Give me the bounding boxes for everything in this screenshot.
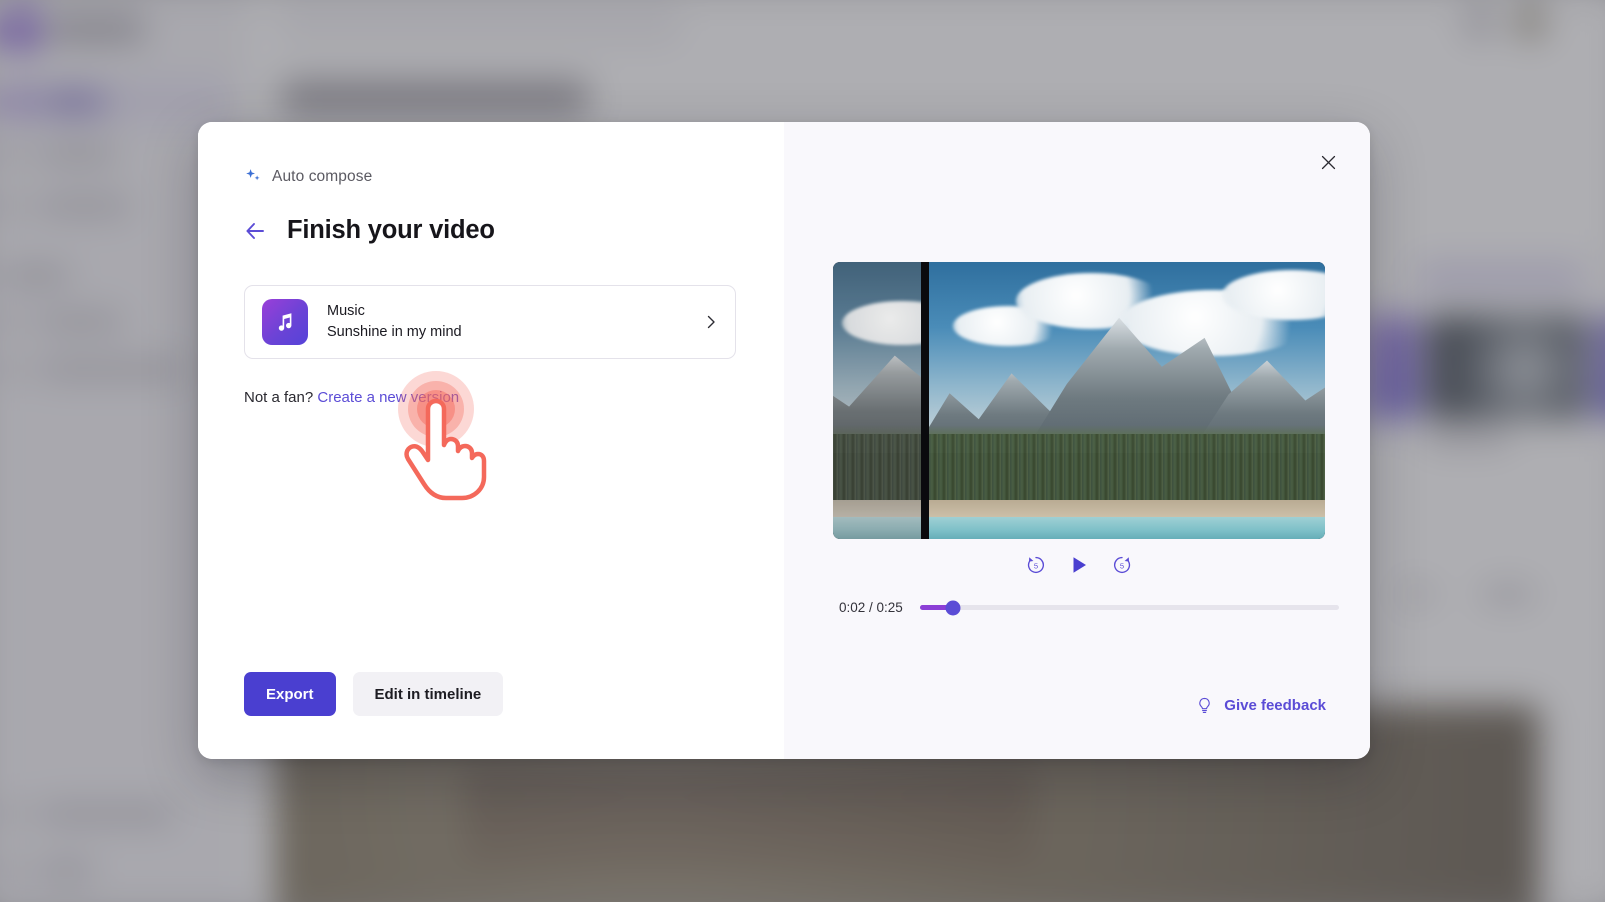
chevron-right-icon[interactable] <box>703 314 719 330</box>
export-button[interactable]: Export <box>244 672 336 716</box>
create-new-version-link[interactable]: Create a new version <box>317 389 459 406</box>
music-note-icon <box>278 313 292 331</box>
create-new-version-prompt: Not a fan? Create a new version <box>244 389 736 406</box>
dialog-preview-pane: 5 5 0:02 / 0:25 Give feedback <box>784 122 1370 759</box>
music-option-text: Music Sunshine in my mind <box>327 301 703 343</box>
dialog-footer-actions: Export Edit in timeline <box>244 672 504 716</box>
music-option-title: Music <box>327 303 365 319</box>
music-option-card[interactable]: Music Sunshine in my mind <box>244 285 736 359</box>
clip-transition-divider <box>921 262 929 539</box>
auto-compose-eyebrow: Auto compose <box>244 168 736 186</box>
prompt-text: Not a fan? <box>244 389 314 406</box>
progress-slider[interactable] <box>919 600 1339 615</box>
edit-in-timeline-button[interactable]: Edit in timeline <box>352 672 504 716</box>
close-button[interactable] <box>1315 149 1341 175</box>
music-icon-tile <box>262 299 308 345</box>
dialog-title-row: Finish your video <box>244 216 736 245</box>
preview-scene-a <box>833 262 921 539</box>
progress-thumb[interactable] <box>945 600 961 615</box>
skip-back-5-icon[interactable]: 5 <box>1025 554 1047 576</box>
page-title: Finish your video <box>287 216 495 244</box>
music-option-subtitle: Sunshine in my mind <box>327 324 462 340</box>
close-icon <box>1321 155 1335 169</box>
playback-timebar: 0:02 / 0:25 <box>839 600 1339 615</box>
arrow-left-icon[interactable] <box>244 220 266 242</box>
forward-seconds-label: 5 <box>1120 562 1124 571</box>
video-preview[interactable] <box>833 262 1325 539</box>
time-display: 0:02 / 0:25 <box>839 600 903 615</box>
player-controls: 5 5 <box>784 554 1370 576</box>
rewind-seconds-label: 5 <box>1034 562 1038 571</box>
finish-your-video-dialog: Auto compose Finish your video Music Sun <box>198 122 1370 759</box>
dialog-left-pane: Auto compose Finish your video Music Sun <box>198 122 784 759</box>
previous-clip-slice <box>833 262 921 539</box>
lightbulb-icon <box>1199 697 1210 713</box>
preview-scene-b <box>929 262 1325 539</box>
play-icon[interactable] <box>1069 555 1089 575</box>
give-feedback-button[interactable]: Give feedback <box>1196 697 1326 714</box>
skip-forward-5-icon[interactable]: 5 <box>1111 554 1133 576</box>
current-clip-slice <box>929 262 1325 539</box>
sparkle-icon <box>246 169 260 181</box>
screen: Auto compose Finish your video Music Sun <box>0 0 1605 902</box>
auto-compose-label: Auto compose <box>272 168 373 185</box>
give-feedback-label: Give feedback <box>1224 697 1326 714</box>
